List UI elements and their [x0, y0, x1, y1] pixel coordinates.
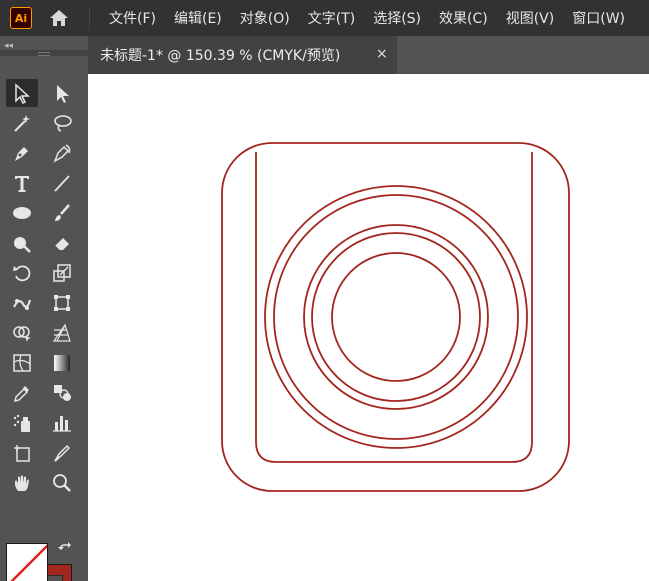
camera-inner-body [255, 152, 533, 463]
menu-select[interactable]: 选择(S) [364, 8, 430, 28]
swap-fill-stroke-icon[interactable] [58, 542, 74, 558]
shaper-tool-icon[interactable] [6, 229, 38, 257]
pen-tool-icon[interactable] [6, 139, 38, 167]
menu-bar: Ai 文件(F) 编辑(E) 对象(O) 文字(T) 选择(S) 效果(C) 视… [0, 0, 649, 36]
rotate-tool-icon[interactable] [6, 259, 38, 287]
perspective-grid-tool-icon[interactable] [46, 319, 78, 347]
menu-type[interactable]: 文字(T) [299, 8, 364, 28]
menu-file[interactable]: 文件(F) [100, 8, 165, 28]
panel-grip[interactable] [0, 50, 88, 56]
artboard-tool-icon[interactable] [6, 439, 38, 467]
menu-divider [89, 6, 90, 30]
scale-tool-icon[interactable] [46, 259, 78, 287]
zoom-tool-icon[interactable] [46, 469, 78, 497]
puppet-warp-tool-icon[interactable] [6, 289, 38, 317]
home-icon[interactable] [46, 7, 72, 29]
selection-tool-icon[interactable] [6, 79, 38, 107]
menu-edit[interactable]: 编辑(E) [165, 8, 231, 28]
line-segment-tool-icon[interactable] [46, 169, 78, 197]
menu-window[interactable]: 窗口(W) [563, 8, 634, 28]
document-tab-title: 未标题-1* @ 150.39 % (CMYK/预览) [100, 48, 341, 64]
gradient-tool-icon[interactable] [46, 349, 78, 377]
close-tab-icon[interactable]: × [376, 46, 388, 62]
menu-object[interactable]: 对象(O) [231, 8, 299, 28]
document-tab-bar: 未标题-1* @ 150.39 % (CMYK/预览) × [88, 36, 649, 74]
shape-builder-tool-icon[interactable] [6, 319, 38, 347]
lens-ring-2 [273, 194, 519, 440]
lens-ring-4 [311, 232, 481, 402]
menu-view[interactable]: 视图(V) [497, 8, 564, 28]
artboard-canvas[interactable] [88, 74, 649, 581]
fill-color-swatch[interactable] [6, 543, 48, 581]
direct-selection-tool-icon[interactable] [46, 79, 78, 107]
document-tab[interactable]: 未标题-1* @ 150.39 % (CMYK/预览) × [88, 36, 397, 74]
main-menu: 文件(F) 编辑(E) 对象(O) 文字(T) 选择(S) 效果(C) 视图(V… [100, 0, 634, 36]
eyedropper-tool-icon[interactable] [6, 379, 38, 407]
ellipse-tool-icon[interactable] [6, 199, 38, 227]
lasso-tool-icon[interactable] [46, 109, 78, 137]
curvature-tool-icon[interactable] [46, 139, 78, 167]
symbol-sprayer-tool-icon[interactable] [6, 409, 38, 437]
slice-tool-icon[interactable] [46, 439, 78, 467]
magic-wand-tool-icon[interactable] [6, 109, 38, 137]
camera-icon [221, 142, 570, 492]
free-transform-tool-icon[interactable] [46, 289, 78, 317]
paintbrush-tool-icon[interactable] [46, 199, 78, 227]
eraser-tool-icon[interactable] [46, 229, 78, 257]
blend-tool-icon[interactable] [46, 379, 78, 407]
hand-tool-icon[interactable] [6, 469, 38, 497]
menu-effect[interactable]: 效果(C) [430, 8, 497, 28]
illustrator-logo: Ai [10, 7, 32, 29]
mesh-tool-icon[interactable] [6, 349, 38, 377]
column-graph-tool-icon[interactable] [46, 409, 78, 437]
tools-panel: ◂◂ [0, 36, 88, 581]
lens-core [331, 252, 461, 382]
type-tool-icon[interactable] [6, 169, 38, 197]
